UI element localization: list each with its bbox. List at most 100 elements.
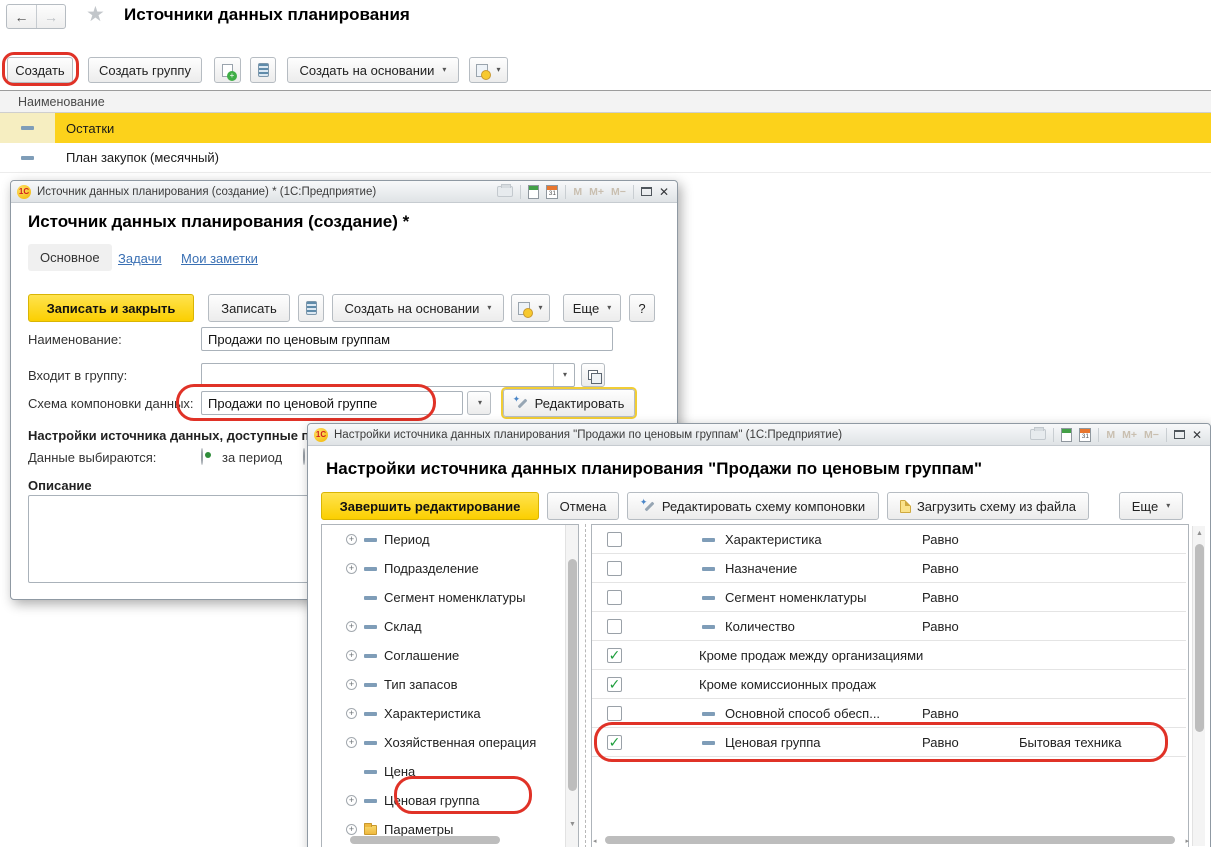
- more-button[interactable]: Еще▾: [563, 294, 621, 322]
- edit-schema-button[interactable]: Редактировать схему компоновки: [627, 492, 879, 520]
- copy-item-button[interactable]: [214, 57, 241, 83]
- tree-item[interactable]: +Склад: [322, 612, 562, 641]
- report-menu-button[interactable]: ▾: [511, 294, 550, 322]
- report-menu-button[interactable]: ▾: [469, 57, 508, 83]
- tree-vertical-scrollbar[interactable]: ▼: [565, 525, 578, 847]
- maximize-icon[interactable]: [641, 187, 652, 196]
- expander-icon[interactable]: +: [346, 563, 357, 574]
- tree-horizontal-scrollbar[interactable]: [328, 836, 548, 845]
- group-dropdown-button[interactable]: ▾: [553, 364, 574, 386]
- scrollbar-thumb[interactable]: [568, 559, 577, 791]
- table-header[interactable]: Наименование: [0, 90, 1211, 113]
- back-button[interactable]: ←: [7, 5, 36, 28]
- calendar-icon[interactable]: 31: [546, 185, 558, 199]
- panel-splitter[interactable]: [585, 524, 586, 847]
- condition-row[interactable]: НазначениеРавно: [592, 554, 1186, 583]
- table-row[interactable]: Остатки: [0, 113, 1211, 143]
- favorites-star-icon[interactable]: ★: [86, 2, 105, 27]
- condition-checkbox[interactable]: [607, 619, 622, 634]
- calendar-icon[interactable]: 31: [1079, 428, 1091, 442]
- condition-checkbox[interactable]: [607, 532, 622, 547]
- cancel-button[interactable]: Отмена: [547, 492, 619, 520]
- save-button[interactable]: Записать: [208, 294, 290, 322]
- load-schema-button[interactable]: Загрузить схему из файла: [887, 492, 1089, 520]
- condition-row[interactable]: Сегмент номенклатурыРавно: [592, 583, 1186, 612]
- tree-item[interactable]: +Тип запасов: [322, 670, 562, 699]
- condition-checkbox[interactable]: [607, 561, 622, 576]
- group-open-button[interactable]: [581, 363, 605, 387]
- tab-notes[interactable]: Мои заметки: [181, 251, 258, 266]
- tree-item[interactable]: +Соглашение: [322, 641, 562, 670]
- condition-row-price-group[interactable]: ✓Ценовая группаРавноБытовая техника: [592, 728, 1186, 757]
- memory-m-button[interactable]: M: [1106, 429, 1115, 441]
- create-button[interactable]: Создать: [7, 57, 73, 83]
- tree-item[interactable]: +Хозяйственная операция: [322, 728, 562, 757]
- radio-period[interactable]: [201, 448, 203, 465]
- condition-checkbox[interactable]: [607, 706, 622, 721]
- condition-row[interactable]: ✓Кроме комиссионных продаж: [592, 670, 1186, 699]
- condition-checkbox[interactable]: ✓: [607, 677, 622, 692]
- table-row[interactable]: План закупок (месячный): [0, 143, 1211, 173]
- dialog2-titlebar[interactable]: 1С Настройки источника данных планирован…: [308, 424, 1210, 446]
- save-and-close-button[interactable]: Записать и закрыть: [28, 294, 194, 322]
- memory-m-button[interactable]: M: [573, 186, 582, 198]
- group-field[interactable]: ▾: [201, 363, 575, 387]
- condition-checkbox[interactable]: [607, 590, 622, 605]
- print-icon[interactable]: [497, 186, 513, 197]
- radio-second-option[interactable]: [303, 448, 305, 465]
- dcs-dropdown-button[interactable]: ▾: [467, 391, 491, 415]
- condition-row[interactable]: ✓Кроме продаж между организациями: [592, 641, 1186, 670]
- close-icon[interactable]: ✕: [659, 186, 669, 198]
- list-view-button[interactable]: [250, 57, 276, 83]
- name-field[interactable]: Продажи по ценовым группам: [201, 327, 613, 351]
- conditions-vertical-scrollbar[interactable]: ▲: [1192, 526, 1205, 846]
- expander-icon[interactable]: +: [346, 534, 357, 545]
- condition-row[interactable]: КоличествоРавно: [592, 612, 1186, 641]
- expander-icon[interactable]: +: [346, 621, 357, 632]
- condition-row[interactable]: ХарактеристикаРавно: [592, 525, 1186, 554]
- expander-icon[interactable]: +: [346, 824, 357, 835]
- expander-icon[interactable]: +: [346, 650, 357, 661]
- conditions-horizontal-scrollbar[interactable]: ◂ ▸: [593, 836, 1189, 846]
- memory-m-plus-button[interactable]: M+: [1122, 429, 1137, 441]
- tree-item[interactable]: +Сегмент номенклатуры: [322, 583, 562, 612]
- create-group-button[interactable]: Создать группу: [88, 57, 202, 83]
- condition-checkbox[interactable]: ✓: [607, 648, 622, 663]
- close-icon[interactable]: ✕: [1192, 429, 1202, 441]
- more-button[interactable]: Еще▾: [1119, 492, 1183, 520]
- tree-item[interactable]: +Характеристика: [322, 699, 562, 728]
- expander-icon[interactable]: +: [346, 737, 357, 748]
- finish-editing-button[interactable]: Завершить редактирование: [321, 492, 539, 520]
- tab-tasks[interactable]: Задачи: [118, 251, 162, 266]
- memory-m-plus-button[interactable]: M+: [589, 186, 604, 198]
- scroll-right-icon[interactable]: ▸: [1185, 838, 1189, 845]
- scroll-up-icon[interactable]: ▲: [1196, 530, 1203, 537]
- scroll-down-icon[interactable]: ▼: [569, 821, 576, 828]
- calculator-icon[interactable]: [528, 185, 539, 199]
- create-based-on-button[interactable]: Создать на основании▾: [332, 294, 504, 322]
- scrollbar-thumb[interactable]: [350, 836, 500, 844]
- expander-icon[interactable]: +: [346, 679, 357, 690]
- scroll-left-icon[interactable]: ◂: [593, 838, 597, 845]
- tree-item-price-group[interactable]: +Ценовая группа: [322, 786, 562, 815]
- help-button[interactable]: ?: [629, 294, 655, 322]
- scrollbar-thumb[interactable]: [1195, 544, 1204, 732]
- tree-item[interactable]: +Цена: [322, 757, 562, 786]
- calculator-icon[interactable]: [1061, 428, 1072, 442]
- dcs-field[interactable]: Продажи по ценовой группе: [201, 391, 463, 415]
- tree-item[interactable]: +Период: [322, 525, 562, 554]
- scrollbar-thumb[interactable]: [605, 836, 1175, 844]
- list-view-button[interactable]: [298, 294, 324, 322]
- expander-icon[interactable]: +: [346, 795, 357, 806]
- expander-icon[interactable]: +: [346, 708, 357, 719]
- print-icon[interactable]: [1030, 429, 1046, 440]
- create-based-on-button[interactable]: Создать на основании▾: [287, 57, 459, 83]
- forward-button[interactable]: →: [36, 5, 65, 28]
- tree-item[interactable]: +Подразделение: [322, 554, 562, 583]
- tab-main[interactable]: Основное: [28, 244, 112, 271]
- memory-m-minus-button[interactable]: M−: [1144, 429, 1159, 441]
- memory-m-minus-button[interactable]: M−: [611, 186, 626, 198]
- condition-checkbox[interactable]: ✓: [607, 735, 622, 750]
- edit-dcs-button[interactable]: Редактировать: [503, 389, 635, 417]
- dialog1-titlebar[interactable]: 1С Источник данных планирования (создани…: [11, 181, 677, 203]
